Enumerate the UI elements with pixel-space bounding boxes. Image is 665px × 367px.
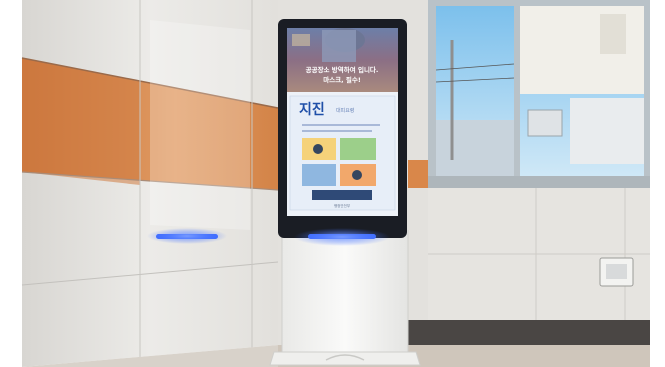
poster-footer: 행정안전부 bbox=[334, 203, 351, 208]
outside-building-detail bbox=[600, 14, 626, 54]
kiosk-pedestal bbox=[282, 230, 408, 352]
photo-canvas: 공공장소 방역하여 입니다. 마스크, 필수! 지진 대피요령 행정안전부 bbox=[0, 0, 665, 367]
window-sill bbox=[428, 176, 650, 188]
back-wall-orange-tile bbox=[408, 160, 428, 188]
wall-led-glow bbox=[147, 228, 227, 244]
video-caption-line2: 마스크, 필수! bbox=[323, 75, 361, 84]
poster-panel bbox=[302, 164, 336, 186]
floor-skirting bbox=[408, 320, 650, 348]
wall-sensor-panel bbox=[606, 264, 627, 279]
kiosk-screen: 공공장소 방역하여 입니다. 마스크, 필수! 지진 대피요령 행정안전부 bbox=[287, 28, 398, 216]
poster-scene-strip bbox=[312, 190, 372, 200]
poster-subtitle: 대피요령 bbox=[336, 107, 354, 114]
kiosk-base bbox=[269, 351, 421, 366]
signage-kiosk: 공공장소 방역하여 입니다. 마스크, 필수! 지진 대피요령 행정안전부 bbox=[269, 19, 421, 366]
outside-roof bbox=[436, 120, 514, 176]
poster-title: 지진 bbox=[299, 101, 325, 118]
right-margin bbox=[650, 0, 665, 367]
wall-reflection bbox=[150, 20, 250, 230]
photo-scene: 공공장소 방역하여 입니다. 마스크, 필수! 지진 대피요령 행정안전부 bbox=[0, 0, 665, 367]
kiosk-led-glow bbox=[294, 228, 390, 246]
outside-wall bbox=[570, 98, 644, 164]
video-caption-line1: 공공장소 방역하여 입니다. bbox=[306, 65, 379, 74]
left-margin bbox=[0, 0, 22, 367]
outside-window bbox=[527, 109, 563, 137]
poster-panel bbox=[340, 138, 376, 160]
video-person bbox=[322, 30, 356, 62]
